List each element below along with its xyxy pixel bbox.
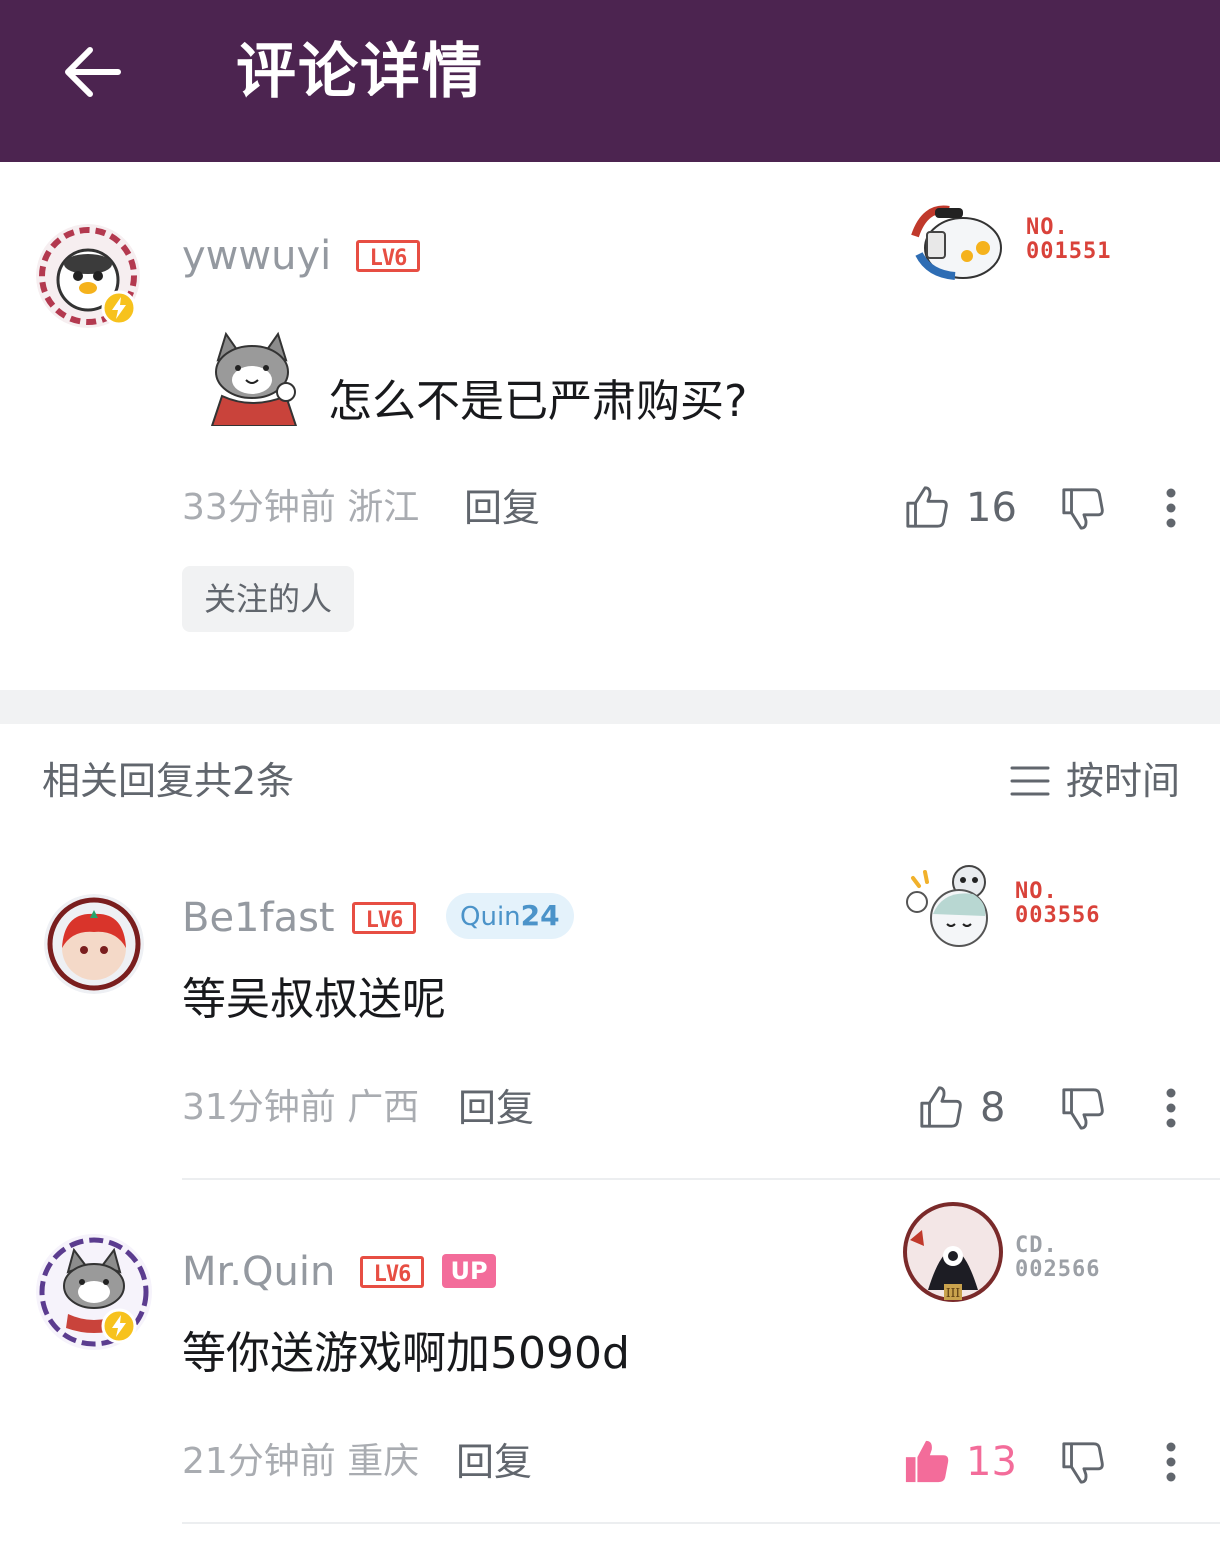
reply-divider — [182, 1522, 1220, 1524]
comment-text: 等你送游戏啊加5090d — [182, 1328, 630, 1379]
username[interactable]: Mr.Quin — [182, 1248, 335, 1296]
more-options-icon[interactable] — [1165, 488, 1177, 528]
more-options-icon[interactable] — [1165, 1088, 1177, 1128]
comment-text: 等吴叔叔送呢 — [182, 974, 446, 1025]
comment-text: 怎么不是已严肃购买? — [328, 376, 748, 427]
vip-lightning-badge-icon — [101, 1308, 137, 1344]
level-badge: LV6 — [360, 1256, 424, 1288]
fan-card-number: 002566 — [1015, 1257, 1101, 1282]
fan-card-label: NO. — [1026, 215, 1069, 240]
page-title: 评论详情 — [236, 37, 484, 107]
comment-time-location: 31分钟前 广西 — [182, 1087, 420, 1128]
fan-card-number: 003556 — [1015, 903, 1101, 928]
top-bar — [0, 0, 1220, 162]
comment-time-location: 33分钟前 浙江 — [182, 487, 420, 528]
svg-text:III: III — [946, 1286, 960, 1300]
fan-medal-level: 24 — [520, 899, 560, 932]
back-arrow-icon[interactable] — [60, 40, 124, 104]
section-divider — [0, 690, 1220, 724]
thumbs-up-icon[interactable] — [904, 484, 950, 530]
reply-button[interactable]: 回复 — [456, 1440, 532, 1484]
thumbs-down-icon[interactable] — [1060, 1086, 1106, 1132]
fan-card-label: NO. — [1015, 879, 1058, 904]
level-badge: LV6 — [352, 902, 416, 934]
uploader-badge: UP — [442, 1254, 496, 1288]
vip-lightning-badge-icon — [101, 290, 137, 326]
thumbs-up-filled-icon[interactable] — [904, 1438, 950, 1484]
like-count: 8 — [980, 1085, 1006, 1131]
fan-card-label: CD. — [1015, 1233, 1058, 1258]
fan-card-number: 001551 — [1026, 239, 1112, 264]
avatar[interactable] — [44, 894, 144, 994]
reply-button[interactable]: 回复 — [458, 1086, 534, 1130]
sticker-husky-emoji — [210, 331, 298, 426]
fan-card-image[interactable]: III — [898, 1200, 1008, 1310]
level-badge: LV6 — [356, 240, 420, 272]
like-count: 16 — [966, 485, 1017, 531]
like-count: 13 — [966, 1439, 1017, 1485]
sort-label: 按时间 — [1066, 759, 1181, 803]
thumbs-up-icon[interactable] — [918, 1084, 964, 1130]
thumbs-down-icon[interactable] — [1060, 486, 1106, 532]
fan-medal-badge: Quin24 — [446, 893, 574, 939]
thumbs-down-icon[interactable] — [1060, 1440, 1106, 1486]
comment-time-location: 21分钟前 重庆 — [182, 1441, 420, 1482]
replies-count-title: 相关回复共2条 — [42, 759, 295, 803]
reply-button[interactable]: 回复 — [464, 486, 540, 530]
fan-card-image[interactable] — [905, 196, 1005, 286]
fan-card-image[interactable] — [903, 858, 1003, 958]
more-options-icon[interactable] — [1165, 1442, 1177, 1482]
followed-tag: 关注的人 — [182, 566, 354, 632]
fan-medal-name: Quin — [460, 902, 521, 932]
username[interactable]: Be1fast — [182, 894, 335, 942]
username[interactable]: ywwuyi — [182, 232, 331, 280]
sort-menu-icon — [1010, 766, 1050, 796]
reply-divider — [182, 1178, 1220, 1180]
